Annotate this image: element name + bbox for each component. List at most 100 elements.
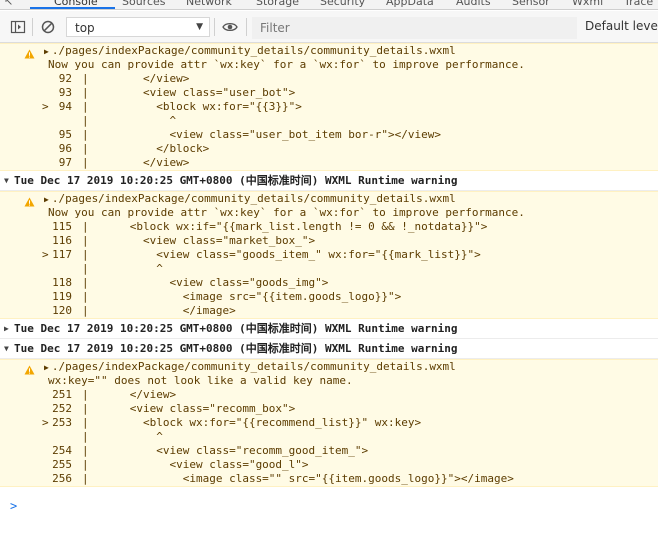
code-line: >117 | <view class="goods_item_" wx:for="… [42, 248, 481, 261]
code-line: 97 | </view> [0, 156, 658, 170]
tab-trace[interactable]: Trace [624, 0, 653, 8]
code-text: ^ [90, 262, 163, 275]
code-line: 254 | <view class="recomm_good_item_"> [0, 444, 658, 458]
toolbar-separator [214, 18, 215, 36]
expand-triangle-icon[interactable]: ▶ [44, 193, 49, 207]
tab-network[interactable]: Network [186, 0, 232, 8]
line-number: 251 [52, 388, 72, 401]
warning-icon [24, 365, 35, 375]
expanded-triangle-icon[interactable]: ▼ [4, 171, 9, 191]
expand-triangle-icon[interactable]: ▶ [44, 361, 49, 375]
collapsed-triangle-icon[interactable]: ▶ [4, 319, 9, 339]
expanded-triangle-icon[interactable]: ▼ [4, 339, 9, 359]
line-number: 97 [58, 156, 72, 169]
code-line: 255 | <view class="good_l"> [0, 458, 658, 472]
code-text: <view class="market_box_"> [90, 234, 316, 247]
code-text: </view> [90, 72, 190, 85]
code-line: 252 | <view class="recomm_box"> [0, 402, 658, 416]
warning-text: wx:key="" does not look like a valid key… [48, 374, 353, 387]
code-line: 115 | <block wx:if="{{mark_list.length !=… [0, 220, 658, 234]
line-number: 256 [52, 472, 72, 485]
code-text: </image> [90, 304, 236, 317]
eye-icon[interactable] [222, 19, 238, 35]
line-number: 252 [52, 402, 72, 415]
code-line: 256 | <image class="" src="{{item.goods_l… [0, 472, 658, 486]
clear-console-icon[interactable] [40, 19, 56, 35]
code-text: <view class="user_bot"> [90, 86, 296, 99]
line-number: 116 [52, 234, 72, 247]
line-number: 117 [52, 248, 72, 261]
code-text: </view> [90, 388, 177, 401]
line-number: 255 [52, 458, 72, 471]
code-text: </block> [90, 142, 210, 155]
code-line: >94 | <block wx:for="{{3}}"> [42, 100, 302, 113]
toolbar-separator [246, 18, 247, 36]
line-number: 254 [52, 444, 72, 457]
warning-icon [24, 49, 35, 59]
dropdown-arrow-icon: ▼ [196, 22, 203, 32]
code-text: <block wx:if="{{mark_list.length != 0 &&… [90, 220, 488, 233]
context-value: top [75, 21, 95, 35]
toolbar-separator [32, 18, 33, 36]
code-text: <view class="goods_img"> [90, 276, 329, 289]
tab-inspect-icon[interactable]: ↖ [4, 0, 13, 8]
line-number: 94 [58, 100, 72, 113]
code-text: <view class="recomm_box"> [90, 402, 296, 415]
code-line: 95 | <view class="user_bot_item bor-r"></… [0, 128, 658, 142]
code-text: <view class="recomm_good_item_"> [90, 444, 369, 457]
warning-message: ▶ ./pages/indexPackage/community_details/… [0, 359, 658, 487]
console-prompt[interactable]: > [10, 499, 17, 513]
warning-source[interactable]: ▶ ./pages/indexPackage/community_details/… [0, 192, 658, 206]
code-text: <image class="" src="{{item.goods_logo}}… [90, 472, 514, 485]
line-number: 96 [58, 142, 72, 155]
console-toolbar: top ▼ Default levels [0, 11, 658, 43]
code-line: 93 | <view class="user_bot"> [0, 86, 658, 100]
context-selector[interactable]: top ▼ [66, 17, 210, 37]
log-group-header[interactable]: ▼ Tue Dec 17 2019 10:20:25 GMT+0800 (中国标准… [0, 339, 658, 359]
code-line: | ^ [82, 430, 163, 443]
code-line: 116 | <view class="market_box_"> [0, 234, 658, 248]
line-number: 92 [58, 72, 72, 85]
tab-sensor[interactable]: Sensor [512, 0, 550, 8]
code-line: >253 | <block wx:for="{{recommend_list}}"… [42, 416, 422, 429]
code-text: ^ [90, 114, 177, 127]
code-line: | ^ [82, 114, 177, 127]
code-text: <view class="user_bot_item bor-r"></view… [90, 128, 441, 141]
code-line: 120 | </image> [0, 304, 658, 318]
log-group-header-collapsed[interactable]: ▶ Tue Dec 17 2019 10:20:25 GMT+0800 (中国标准… [0, 319, 658, 339]
code-line: | ^ [82, 262, 163, 275]
tab-audits[interactable]: Audits [456, 0, 491, 8]
line-number: 120 [52, 304, 72, 317]
tab-wxml[interactable]: Wxml [572, 0, 603, 8]
code-line: 251 | </view> [0, 388, 658, 402]
tab-security[interactable]: Security [320, 0, 365, 8]
warning-message: ▶ ./pages/indexPackage/community_details/… [0, 43, 658, 171]
warning-source[interactable]: ▶ ./pages/indexPackage/community_details/… [0, 44, 658, 58]
expand-triangle-icon[interactable]: ▶ [44, 45, 49, 59]
line-number: 115 [52, 220, 72, 233]
warning-text: Now you can provide attr `wx:key` for a … [48, 206, 525, 219]
panel-tabs: ↖ Console Sources Network Storage Securi… [0, 0, 658, 10]
tab-appdata[interactable]: AppData [386, 0, 434, 8]
warning-icon [24, 197, 35, 207]
tab-sources[interactable]: Sources [122, 0, 166, 8]
code-text: </view> [90, 156, 190, 169]
code-line: 118 | <view class="goods_img"> [0, 276, 658, 290]
code-line: 92 | </view> [0, 72, 658, 86]
line-number: 93 [58, 86, 72, 99]
warning-source[interactable]: ▶ ./pages/indexPackage/community_details/… [0, 360, 658, 374]
line-number: 95 [58, 128, 72, 141]
code-text: <image src="{{item.goods_logo}}"> [90, 290, 402, 303]
log-levels-dropdown[interactable]: Default levels [585, 19, 658, 33]
line-number: 118 [52, 276, 72, 289]
log-group-header[interactable]: ▼ Tue Dec 17 2019 10:20:25 GMT+0800 (中国标准… [0, 171, 658, 191]
active-tab-indicator [30, 7, 115, 9]
code-line: 119 | <image src="{{item.goods_logo}}"> [0, 290, 658, 304]
code-text: ^ [90, 430, 163, 443]
code-line: 96 | </block> [0, 142, 658, 156]
tab-storage[interactable]: Storage [256, 0, 299, 8]
sidebar-toggle-icon[interactable] [10, 19, 26, 35]
console-output: ▶ ./pages/indexPackage/community_details/… [0, 43, 658, 487]
line-number: 119 [52, 290, 72, 303]
filter-input[interactable] [252, 17, 577, 39]
